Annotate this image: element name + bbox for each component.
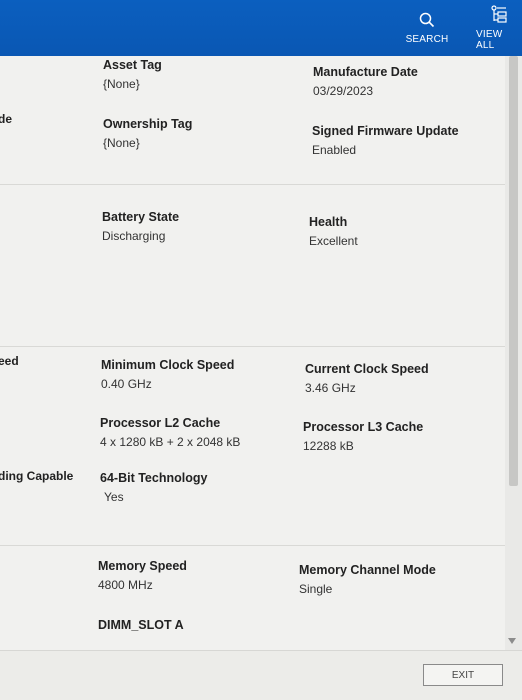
field-value: Single xyxy=(299,582,333,596)
memory-speed-field: Memory Speed 4800 MHz xyxy=(98,559,187,592)
signed-firmware-field: Signed Firmware Update Enabled xyxy=(312,124,459,157)
ownership-tag-field: Ownership Tag {None} xyxy=(103,117,192,150)
view-all-icon xyxy=(491,5,507,23)
battery-state-field: Battery State Discharging xyxy=(102,210,179,243)
min-clock-field: Minimum Clock Speed 0.40 GHz xyxy=(101,358,234,391)
scroll-down-arrow-icon[interactable] xyxy=(508,638,516,644)
field-value: Discharging xyxy=(102,229,166,243)
bit64-field: 64-Bit Technology Yes xyxy=(100,471,207,504)
field-value: 4 x 1280 kB + 2 x 2048 kB xyxy=(100,435,241,449)
l2-cache-field: Processor L2 Cache 4 x 1280 kB + 2 x 204… xyxy=(100,416,240,449)
details-panel: de Asset Tag {None} Manufacture Date 03/… xyxy=(0,56,505,650)
footer-bar: EXIT xyxy=(0,650,522,700)
memory-channel-field: Memory Channel Mode Single xyxy=(299,563,436,596)
field-label: Current Clock Speed xyxy=(305,362,429,376)
field-label: Minimum Clock Speed xyxy=(101,358,235,372)
field-value: 3.46 GHz xyxy=(305,381,356,395)
field-label: Ownership Tag xyxy=(103,117,193,131)
dimm-slot-a-field: DIMM_SLOT A xyxy=(98,618,184,637)
field-label: Processor L3 Cache xyxy=(303,420,424,434)
field-label: Memory Speed xyxy=(98,559,187,573)
field-label: Processor L2 Cache xyxy=(100,416,221,430)
field-label: Health xyxy=(309,215,348,229)
field-value: 03/29/2023 xyxy=(313,84,374,98)
scrollbar-thumb[interactable] xyxy=(509,56,518,486)
current-clock-field: Current Clock Speed 3.46 GHz xyxy=(305,362,429,395)
battery-health-field: Health Excellent xyxy=(309,215,358,248)
field-label: Memory Channel Mode xyxy=(299,563,436,577)
vertical-scrollbar[interactable] xyxy=(505,56,522,650)
field-value: 0.40 GHz xyxy=(101,377,152,391)
search-label: SEARCH xyxy=(405,33,449,45)
field-value: Enabled xyxy=(312,143,357,157)
asset-tag-field: Asset Tag {None} xyxy=(103,58,162,91)
field-value: {None} xyxy=(103,136,140,150)
left-column-label: de xyxy=(0,112,13,126)
left-column-label: eed xyxy=(0,354,19,368)
field-label: Manufacture Date xyxy=(313,65,418,79)
search-button[interactable]: SEARCH xyxy=(404,0,450,56)
section-divider xyxy=(0,184,505,185)
view-all-label: VIEW ALL xyxy=(476,29,503,51)
section-divider xyxy=(0,346,505,347)
field-value: {None} xyxy=(103,77,140,91)
field-value: 12288 kB xyxy=(303,439,354,453)
section-divider xyxy=(0,545,505,546)
field-label: 64-Bit Technology xyxy=(100,471,208,485)
field-label: Battery State xyxy=(102,210,180,224)
manufacture-date-field: Manufacture Date 03/29/2023 xyxy=(313,65,418,98)
field-label: Signed Firmware Update xyxy=(312,124,459,138)
left-column-label: ding Capable xyxy=(0,469,74,483)
field-label: Asset Tag xyxy=(103,58,162,72)
view-all-button[interactable]: VIEW ALL xyxy=(476,0,522,56)
exit-button[interactable]: EXIT xyxy=(423,664,503,686)
field-value: 4800 MHz xyxy=(98,578,153,592)
field-label: DIMM_SLOT A xyxy=(98,618,184,632)
search-icon xyxy=(419,12,435,27)
field-value: Yes xyxy=(104,490,124,504)
header-bar: SEARCH VIEW ALL xyxy=(0,0,522,56)
l3-cache-field: Processor L3 Cache 12288 kB xyxy=(303,420,423,453)
field-value: Excellent xyxy=(309,234,358,248)
